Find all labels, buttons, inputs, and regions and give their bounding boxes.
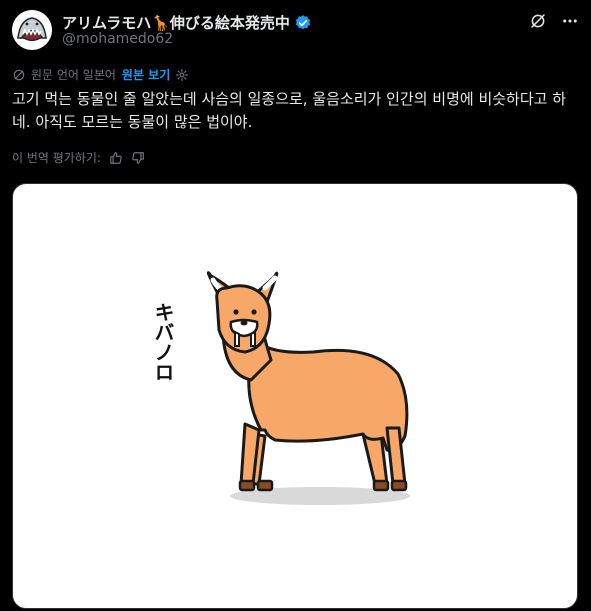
caption-text: キバノロ: [151, 302, 175, 382]
thumbs-up-icon[interactable]: [109, 151, 123, 165]
translation-bar: 원문 언어 일본어 원본 보기: [12, 66, 189, 83]
name-row: アリムラモハ🦒伸びる絵本発売中: [62, 12, 312, 33]
header-actions: [529, 12, 579, 30]
show-original-link[interactable]: 원본 보기: [122, 66, 170, 83]
grok-icon[interactable]: [529, 12, 547, 30]
author-display-name[interactable]: アリムラモハ🦒伸びる絵本発売中: [62, 12, 290, 33]
thumbs-down-icon[interactable]: [131, 151, 145, 165]
translate-icon: [12, 68, 26, 82]
verified-badge-icon: [294, 14, 312, 32]
translation-notice: 원문 언어 일본어: [31, 68, 116, 82]
settings-icon[interactable]: [175, 68, 189, 82]
rate-translation-bar: 이 번역 평가하기:: [12, 149, 145, 166]
more-icon[interactable]: [561, 12, 579, 30]
post-text: 고기 먹는 동물인 줄 알았는데 사슴의 일종으로, 울음소리가 인간의 비명에…: [12, 90, 567, 131]
illustration-caption: キバノロ: [151, 302, 175, 382]
shark-avatar-image: [12, 10, 52, 50]
post-header: アリムラモハ🦒伸びる絵本発売中 @mohamedo62: [12, 10, 579, 50]
author-handle[interactable]: @mohamedo62: [62, 31, 173, 47]
media-image[interactable]: キバノロ: [12, 183, 578, 609]
water-deer-illustration: [206, 271, 410, 505]
rate-translation-label: 이 번역 평가하기:: [12, 151, 101, 165]
avatar[interactable]: [12, 10, 52, 50]
